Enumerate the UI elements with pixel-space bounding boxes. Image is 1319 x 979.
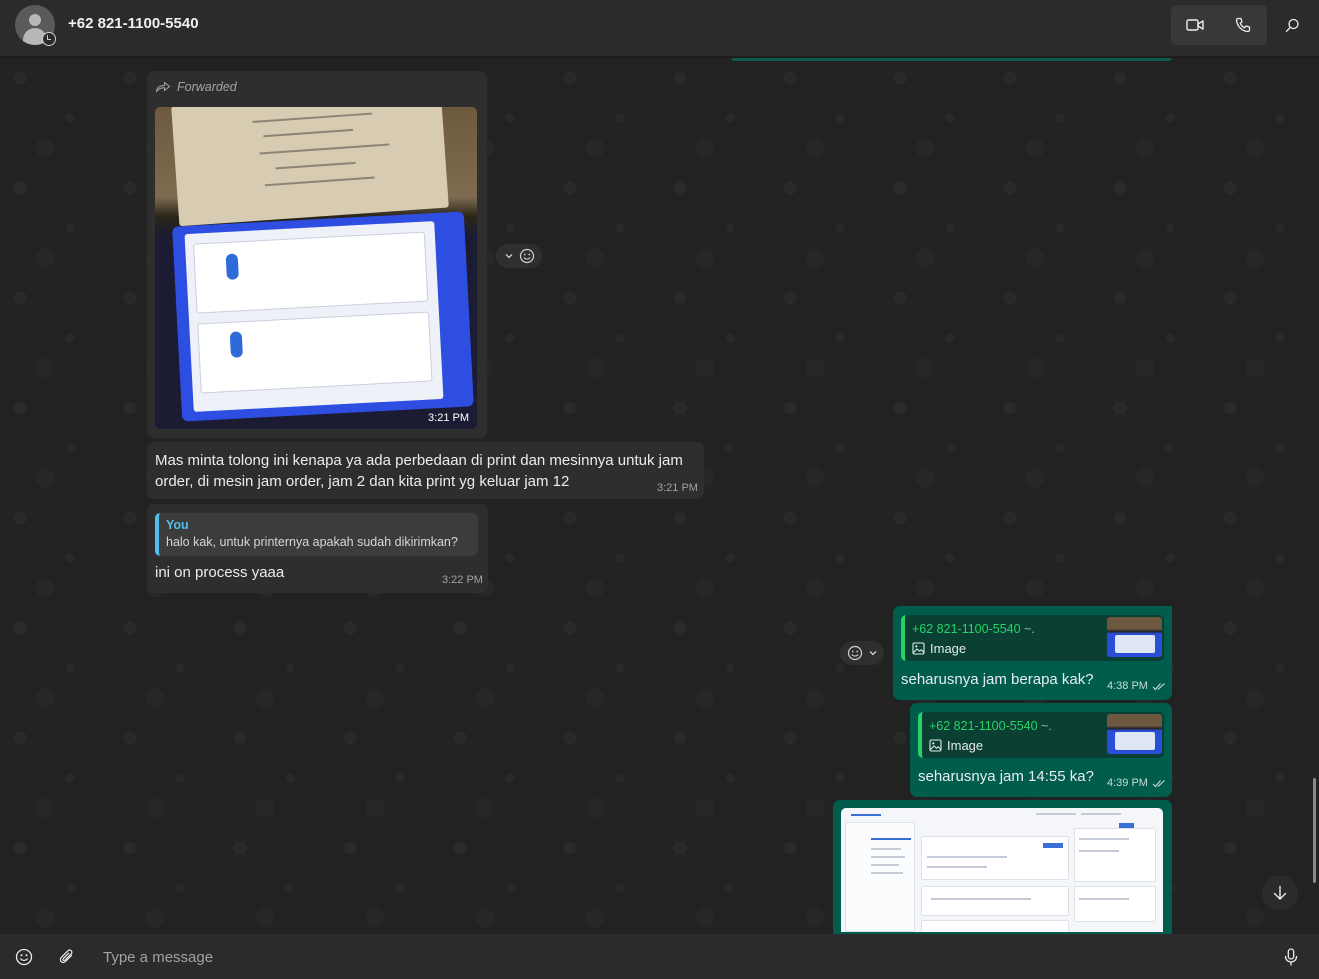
double-check-icon [1152, 779, 1165, 787]
scrollbar-thumb[interactable] [1313, 778, 1316, 883]
quote-label: Image [929, 738, 983, 753]
outgoing-reply-message[interactable]: +62 821-1100-5540 ~. Image seharusnya ja… [893, 606, 1172, 700]
message-meta: 4:39 PM [1107, 777, 1166, 789]
double-check-icon [1152, 682, 1165, 690]
quote-author: +62 821-1100-5540 [929, 719, 1038, 733]
quote-text: halo kak, untuk printernya apakah sudah … [166, 535, 458, 549]
message-line: Mas minta tolong ini kenapa ya ada perbe… [155, 452, 683, 469]
voice-message-button[interactable] [1277, 943, 1305, 971]
quote-label-text: Image [930, 641, 967, 656]
message-time: 4:38 PM [1107, 680, 1148, 692]
status-icon [42, 32, 56, 46]
chat-header: +62 821-1100-5540 [0, 0, 1319, 57]
quote-thumbnail [1107, 714, 1162, 754]
message-text: ini on process yaaa [155, 564, 285, 581]
message-time: 3:22 PM [442, 574, 483, 586]
emoji-icon [15, 948, 33, 966]
forwarded-label: Forwarded [155, 80, 237, 94]
quote-tilde: ~. [1041, 719, 1052, 733]
message-meta: 4:38 PM [1107, 680, 1166, 692]
search-icon [1285, 18, 1299, 32]
message-text: Mas minta tolong ini kenapa ya ada perbe… [155, 450, 683, 492]
incoming-text-message[interactable]: Mas minta tolong ini kenapa ya ada perbe… [147, 442, 704, 499]
paperclip-icon [59, 949, 73, 964]
message-time: 4:39 PM [1107, 777, 1148, 789]
image-icon [929, 739, 942, 752]
phone-screen-image [172, 211, 474, 422]
message-input[interactable] [95, 942, 1245, 972]
chevron-down-icon [869, 651, 876, 656]
microphone-icon [1284, 948, 1298, 966]
voice-call-button[interactable] [1219, 5, 1267, 45]
message-time: 3:21 PM [657, 482, 698, 494]
emoji-button[interactable] [10, 943, 38, 971]
quote-label: Image [912, 641, 966, 656]
chat-area[interactable]: Forwarded 3:21 PM Mas minta tolong ini k… [0, 58, 1319, 934]
message-time: 3:21 PM [428, 412, 469, 424]
message-actions[interactable] [496, 244, 542, 268]
image-icon [912, 642, 925, 655]
voice-call-icon [1235, 17, 1251, 33]
quote-thumbnail [1107, 617, 1162, 657]
quote-label-text: Image [947, 738, 984, 753]
emoji-react-icon [847, 645, 862, 661]
search-button[interactable] [1276, 5, 1308, 45]
contact-name[interactable]: +62 821-1100-5540 [68, 15, 199, 32]
incoming-reply-message[interactable]: You halo kak, untuk printernya apakah su… [147, 504, 488, 593]
quoted-message[interactable]: +62 821-1100-5540 ~. Image [901, 615, 1164, 661]
message-actions[interactable] [840, 641, 884, 665]
quoted-message[interactable]: You halo kak, untuk printernya apakah su… [155, 513, 478, 556]
screenshot-attachment[interactable] [841, 808, 1163, 932]
quote-tilde: ~. [1024, 622, 1035, 636]
previous-message-edge [731, 58, 1172, 61]
call-button-group [1171, 5, 1267, 45]
message-composer [0, 934, 1319, 979]
outgoing-reply-message[interactable]: +62 821-1100-5540 ~. Image seharusnya ja… [910, 703, 1172, 797]
message-text: seharusnya jam 14:55 ka? [918, 768, 1094, 785]
scroll-to-bottom-button[interactable] [1262, 875, 1298, 911]
forwarded-text: Forwarded [177, 80, 237, 94]
video-call-icon [1186, 19, 1204, 31]
chevron-down-icon [505, 254, 512, 259]
attach-button[interactable] [53, 943, 81, 971]
quoted-message[interactable]: +62 821-1100-5540 ~. Image [918, 712, 1164, 758]
video-call-button[interactable] [1171, 5, 1219, 45]
message-text: seharusnya jam berapa kak? [901, 671, 1094, 688]
forward-arrow-icon [155, 81, 171, 93]
message-line: order, di mesin jam order, jam 2 dan kit… [155, 473, 570, 490]
arrow-down-icon [1273, 885, 1287, 900]
quote-author: +62 821-1100-5540 [912, 622, 1021, 636]
photo-attachment[interactable]: 3:21 PM [155, 107, 477, 429]
outgoing-image-message[interactable] [833, 800, 1172, 934]
receipt-image [171, 107, 449, 227]
quote-author: You [166, 518, 189, 532]
emoji-react-icon [519, 248, 534, 264]
forwarded-photo-message[interactable]: Forwarded 3:21 PM [147, 71, 487, 438]
